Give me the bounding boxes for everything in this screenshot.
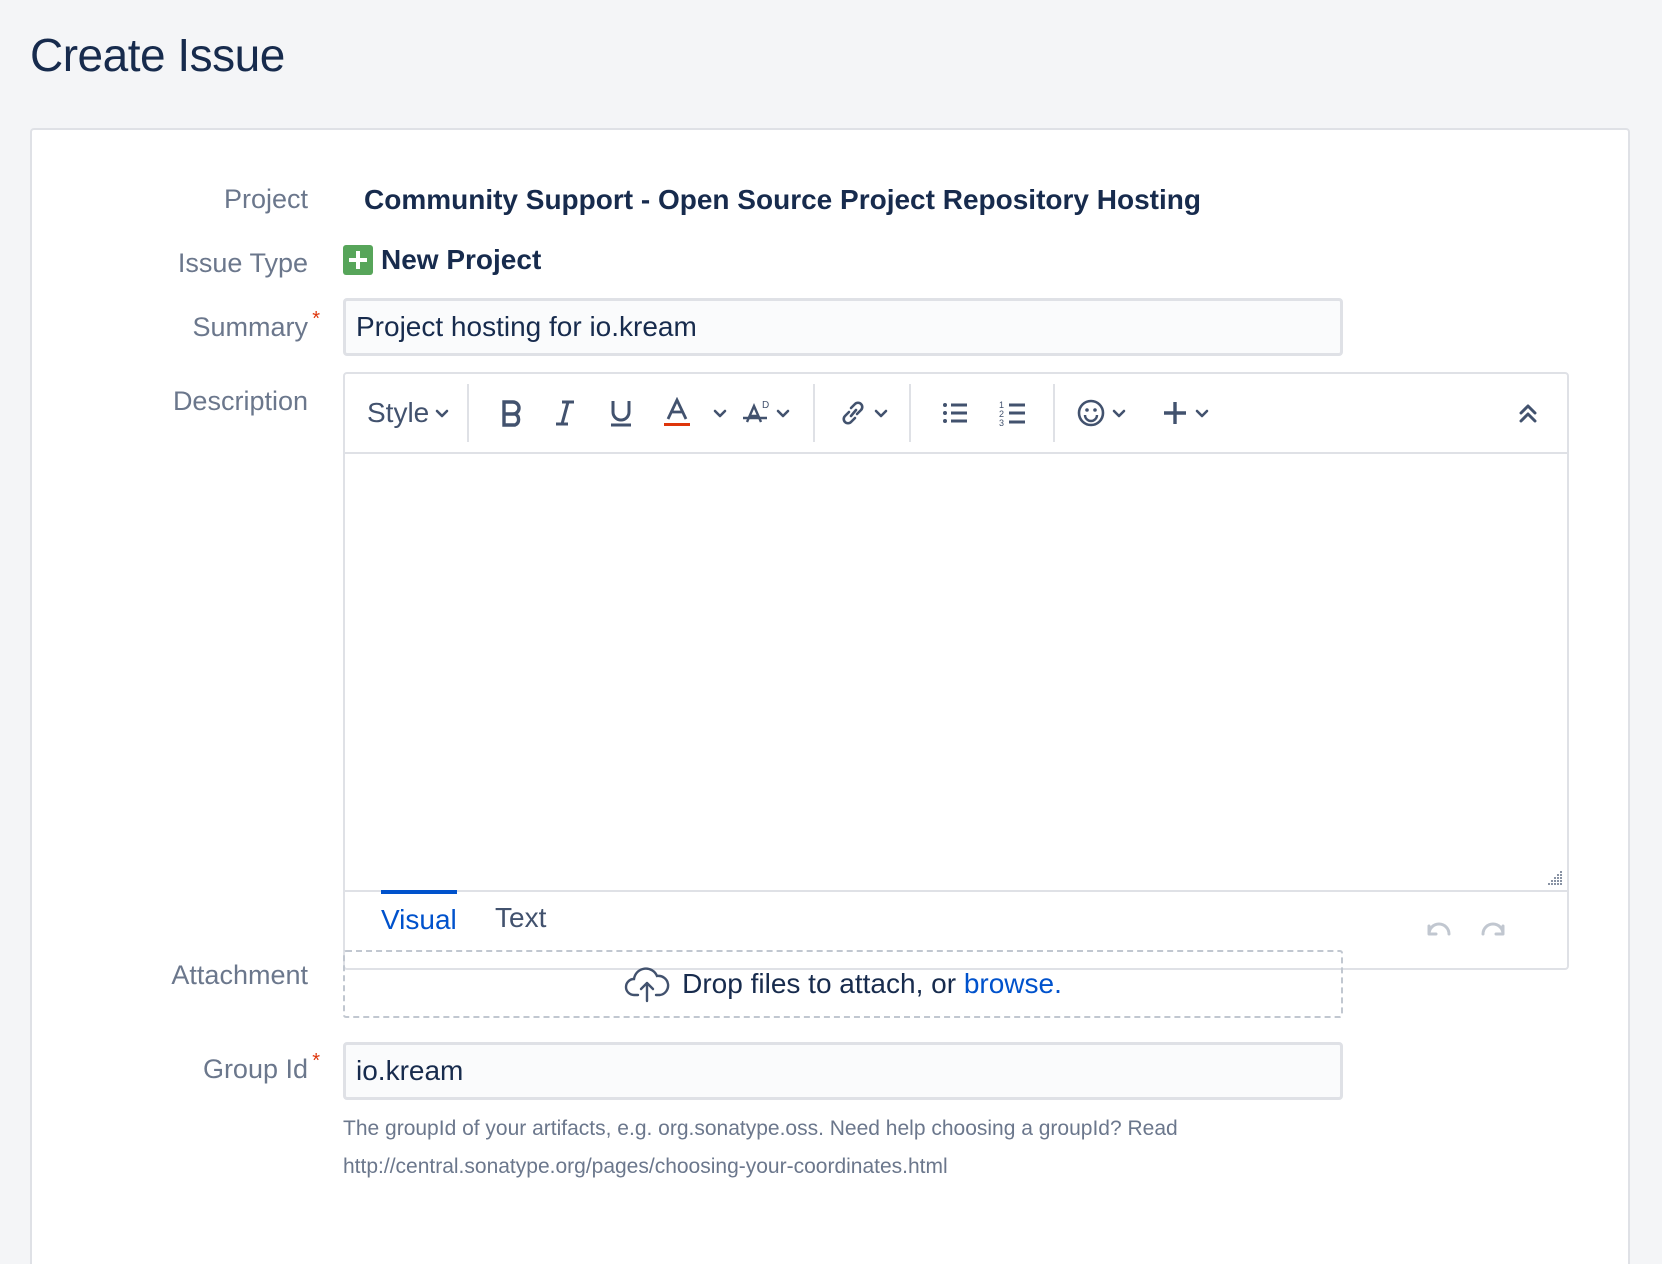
editor-content-area[interactable]: [345, 454, 1567, 890]
numbered-list-icon: 123: [999, 400, 1026, 427]
chevron-down-icon: [435, 409, 449, 418]
insert-icon: [1164, 402, 1187, 424]
text-color-icon: [664, 397, 691, 426]
required-marker: *: [312, 1050, 320, 1072]
text-format-button[interactable]: D: [735, 383, 799, 443]
bullet-list-icon: [943, 403, 968, 423]
toolbar-divider: [909, 384, 912, 442]
numbered-list-button[interactable]: 123: [985, 383, 1041, 443]
description-editor: Style D 1 2 3 Visual Text: [343, 372, 1569, 970]
issue-type-label: Issue Type: [177, 248, 308, 278]
toolbar-divider: [467, 384, 470, 442]
tab-visual[interactable]: Visual: [381, 890, 457, 946]
undo-icon[interactable]: [1423, 918, 1453, 940]
editor-toolbar: Style D 1 2 3: [345, 374, 1567, 454]
tab-text[interactable]: Text: [495, 902, 546, 944]
emoji-button[interactable]: [1069, 383, 1135, 443]
bold-button[interactable]: [487, 383, 537, 443]
description-label: Description: [172, 386, 308, 416]
link-icon: [842, 401, 864, 425]
bullet-list-button[interactable]: [925, 383, 985, 443]
project-label: Project: [223, 184, 308, 214]
toolbar-divider: [813, 384, 816, 442]
issue-type-text: New Project: [381, 244, 542, 275]
group-id-help: The groupId of your artifacts, e.g. org.…: [343, 1110, 1343, 1186]
issue-type-value: New Project: [343, 244, 541, 276]
italic-icon: [556, 400, 575, 426]
style-dropdown[interactable]: Style: [367, 383, 451, 443]
collapse-toolbar-icon: [1519, 404, 1537, 423]
text-format-icon: D: [743, 400, 769, 423]
project-value: Community Support - Open Source Project …: [364, 184, 1201, 215]
text-color-button[interactable]: [649, 383, 705, 443]
help-link-text: http://central.sonatype.org/pages/choosi…: [343, 1155, 948, 1178]
bold-icon: [502, 400, 521, 427]
chevron-down-icon: [1195, 409, 1209, 418]
create-issue-form: Project Community Support - Open Source …: [30, 128, 1630, 1264]
chevron-down-icon: [776, 409, 790, 418]
drop-text: Drop files to attach, or browse.: [682, 968, 1062, 1000]
chevron-down-icon: [713, 409, 727, 418]
browse-link[interactable]: browse.: [964, 968, 1062, 999]
link-button[interactable]: [831, 383, 897, 443]
chevron-down-icon: [1112, 409, 1126, 418]
svg-text:D: D: [762, 400, 769, 411]
style-label: Style: [367, 397, 430, 428]
drop-instruction: Drop files to attach, or: [682, 968, 964, 999]
group-id-label-text: Group Id: [202, 1054, 308, 1084]
chevron-down-icon: [874, 409, 888, 418]
attachment-label: Attachment: [171, 960, 308, 990]
help-text-line: The groupId of your artifacts, e.g. org.…: [343, 1117, 1178, 1140]
emoji-icon: [1077, 399, 1105, 427]
underline-button[interactable]: [593, 383, 649, 443]
group-id-label: Group Id *: [202, 1050, 320, 1085]
resize-grip-icon[interactable]: [1545, 868, 1563, 886]
page-title: Create Issue: [30, 29, 285, 81]
cloud-upload-icon: [625, 967, 670, 1003]
redo-icon[interactable]: [1479, 918, 1509, 940]
toolbar-divider: [1053, 384, 1056, 442]
plus-square-icon: [343, 245, 373, 275]
required-marker: *: [312, 308, 320, 330]
summary-label: Summary *: [192, 308, 320, 343]
italic-button[interactable]: [537, 383, 593, 443]
svg-text:3: 3: [999, 418, 1004, 427]
underline-icon: [611, 401, 632, 427]
text-color-dropdown[interactable]: [705, 383, 735, 443]
attachment-dropzone[interactable]: Drop files to attach, or browse.: [343, 950, 1343, 1018]
summary-input[interactable]: [343, 298, 1343, 356]
collapse-toolbar-button[interactable]: [1513, 384, 1543, 444]
summary-label-text: Summary: [192, 312, 308, 342]
insert-button[interactable]: [1153, 383, 1219, 443]
group-id-input[interactable]: [343, 1042, 1343, 1100]
